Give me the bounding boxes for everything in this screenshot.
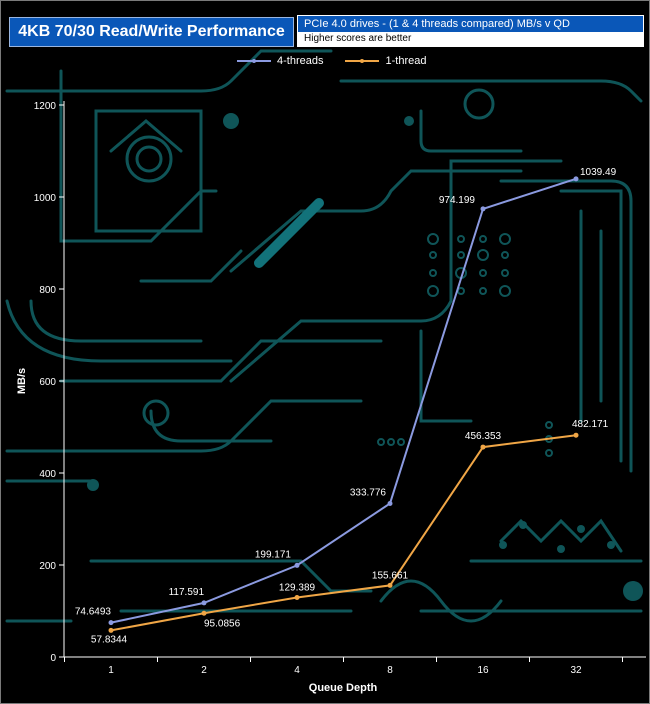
x-tick-label: 32 [570, 665, 582, 676]
x-tick-label: 4 [294, 665, 300, 676]
y-tick-label: 400 [39, 469, 56, 480]
legend-label-1-thread: 1-thread [385, 55, 427, 67]
data-point [201, 600, 207, 606]
y-tick-label: 600 [39, 377, 56, 388]
data-point [480, 444, 486, 450]
chart-note: Higher scores are better [298, 32, 643, 46]
data-point [108, 620, 114, 626]
y-tick-label: 200 [39, 561, 56, 572]
x-tick-label: 2 [201, 665, 207, 676]
data-label: 155.661 [372, 570, 409, 581]
legend-swatch-1-thread [345, 59, 380, 63]
y-tick-label: 800 [39, 285, 56, 296]
y-axis-title: MB/s [16, 368, 28, 394]
legend: 4-threads 1-thread [237, 53, 426, 69]
chart-subtitle: PCIe 4.0 drives - (1 & 4 threads compare… [298, 16, 643, 32]
y-tick-label: 0 [50, 653, 56, 664]
data-label: 199.171 [255, 549, 292, 560]
data-label: 57.8344 [91, 634, 128, 645]
legend-item-4-threads: 4-threads [237, 55, 323, 67]
data-point [573, 432, 579, 438]
data-label: 482.171 [572, 419, 609, 430]
y-tick-label: 1000 [34, 193, 57, 204]
subtitle-box: PCIe 4.0 drives - (1 & 4 threads compare… [297, 15, 644, 47]
data-label: 974.199 [439, 195, 476, 206]
x-tick-label: 1 [108, 665, 114, 676]
data-point [201, 610, 207, 616]
legend-swatch-4-threads [237, 59, 271, 63]
data-label: 333.776 [350, 487, 387, 498]
data-label: 74.6493 [75, 607, 112, 618]
data-label: 117.591 [169, 587, 205, 598]
data-point [387, 582, 393, 588]
data-point [480, 206, 486, 212]
data-point [294, 594, 300, 600]
data-label: 456.353 [465, 431, 502, 442]
data-point [387, 500, 393, 506]
series-line-1-thread [110, 434, 577, 632]
y-tick-label: 1200 [34, 101, 57, 112]
data-point [294, 562, 300, 568]
data-label: 129.389 [279, 582, 316, 593]
data-point [573, 176, 579, 182]
chart-title: 4KB 70/30 Read/Write Performance [9, 17, 294, 47]
x-tick-label: 16 [477, 665, 489, 676]
x-axis-title: Queue Depth [309, 682, 378, 694]
legend-label-4-threads: 4-threads [277, 55, 324, 67]
data-label: 1039.49 [580, 167, 617, 178]
data-label: 95.0856 [204, 618, 241, 629]
x-tick-label: 8 [387, 665, 393, 676]
legend-item-1-thread: 1-thread [345, 55, 426, 67]
line-chart: 0 200 400 600 800 1000 1200 1 2 4 8 16 32 74.6493 117… [5, 49, 646, 694]
chart-frame: 0 200 400 600 800 1000 1200 1 2 4 8 16 32 74.6493 117… [0, 0, 650, 704]
data-point [108, 627, 114, 633]
circuit-board-background [5, 49, 643, 623]
chart-marks: 74.6493 117.591 199.171 333.776 974.199 1039.… [75, 167, 617, 646]
